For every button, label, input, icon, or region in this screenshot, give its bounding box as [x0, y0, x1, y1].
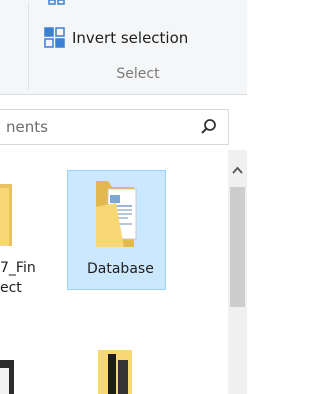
- folder-item-database[interactable]: Database: [67, 170, 166, 290]
- search-box[interactable]: [0, 109, 229, 145]
- search-icon[interactable]: [200, 118, 218, 136]
- search-input[interactable]: [0, 110, 186, 144]
- select-all-icon[interactable]: [47, 0, 67, 6]
- invert-selection-button[interactable]: Invert selection: [44, 24, 244, 52]
- invert-selection-label: Invert selection: [72, 29, 189, 47]
- folder-icon[interactable]: [0, 178, 16, 248]
- scrollbar-thumb[interactable]: [230, 187, 245, 307]
- file-list: 7_Fin ect Database: [0, 150, 247, 394]
- folder-documents-icon: [96, 181, 137, 247]
- vertical-scrollbar[interactable]: [228, 150, 247, 394]
- ribbon-group-label: Select: [116, 66, 160, 82]
- ribbon: Invert selection Select: [0, 0, 247, 95]
- item-label-line2[interactable]: ect: [0, 280, 22, 296]
- folder-icon[interactable]: [0, 350, 20, 394]
- chevron-up-icon[interactable]: [228, 160, 247, 180]
- item-label: Database: [87, 261, 154, 277]
- folder-icon[interactable]: [96, 346, 136, 394]
- item-label-line1[interactable]: 7_Fin: [0, 260, 36, 276]
- invert-selection-icon: [44, 27, 65, 48]
